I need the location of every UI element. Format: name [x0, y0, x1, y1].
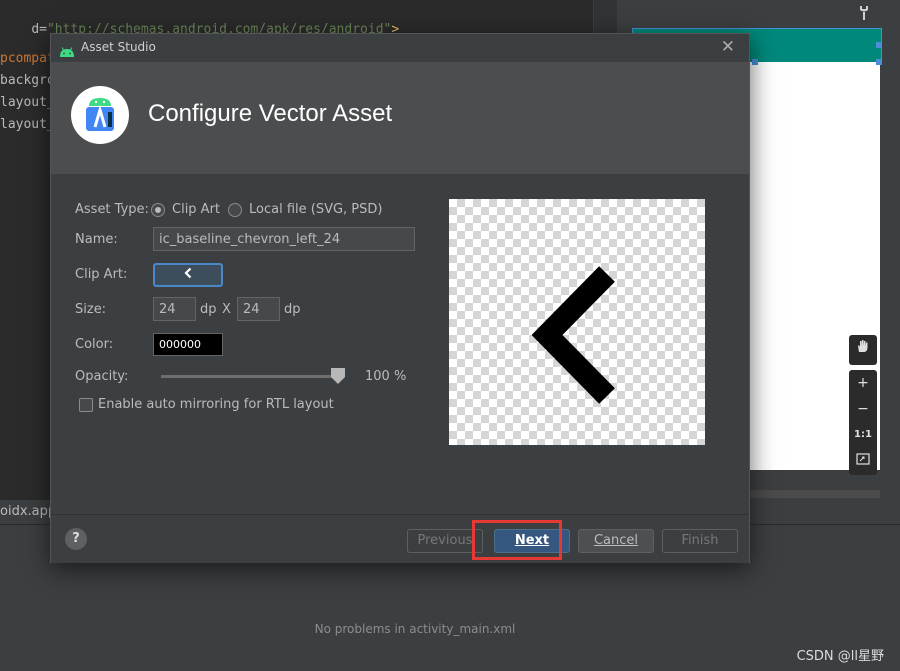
cancel-button[interactable]: Cancel [578, 529, 654, 553]
opacity-value: 100 % [365, 369, 407, 384]
finish-button[interactable]: Finish [662, 529, 738, 553]
local-file-radio[interactable] [228, 203, 242, 217]
code-line-2: pcompat [0, 51, 55, 66]
local-file-radio-label[interactable]: Local file (SVG, PSD) [249, 202, 383, 217]
cancel-button-label: Cancel [593, 533, 639, 548]
code-line-4: layout_ [0, 95, 55, 110]
chevron-left-icon [531, 266, 615, 404]
opacity-label: Opacity: [75, 369, 129, 384]
fit-screen-icon[interactable] [849, 448, 877, 474]
rtl-mirroring-label[interactable]: Enable auto mirroring for RTL layout [98, 397, 334, 412]
help-button[interactable]: ? [65, 528, 87, 550]
android-studio-logo [71, 86, 129, 144]
asset-preview [449, 199, 705, 445]
problems-status: No problems in activity_main.xml [314, 622, 516, 636]
height-input[interactable] [237, 297, 280, 321]
width-input[interactable] [153, 297, 196, 321]
wizard-title: Configure Vector Asset [148, 100, 393, 127]
code-attr: d= [31, 22, 47, 37]
opacity-slider-track[interactable] [161, 375, 337, 378]
clip-art-button[interactable] [153, 263, 223, 287]
color-label: Color: [75, 337, 114, 352]
pan-toolbar [849, 335, 877, 365]
zoom-out-icon[interactable]: − [849, 396, 877, 422]
wrench-icon[interactable] [858, 5, 870, 25]
dialog-footer: ? Previous Next Cancel Finish [51, 514, 749, 563]
clip-art-label: Clip Art: [75, 267, 128, 282]
android-icon [59, 42, 75, 57]
clip-art-radio-label[interactable]: Clip Art [172, 202, 220, 217]
close-icon[interactable]: ✕ [721, 37, 735, 57]
wizard-content: Asset Type: Clip Art Local file (SVG, PS… [51, 174, 749, 514]
zoom-in-icon[interactable]: + [849, 370, 877, 396]
rtl-mirroring-checkbox[interactable] [79, 398, 93, 412]
asset-type-label: Asset Type: [75, 202, 149, 217]
height-unit: dp [284, 302, 301, 317]
chevron-left-icon [183, 267, 193, 283]
clip-art-radio[interactable] [151, 203, 165, 217]
size-separator: X [222, 302, 231, 317]
zoom-toolbar: + − 1:1 [849, 370, 877, 475]
size-label: Size: [75, 302, 107, 317]
wizard-header: Configure Vector Asset [51, 62, 749, 174]
code-line-3: backgro [0, 73, 55, 88]
name-input[interactable] [153, 227, 415, 251]
annotation-highlight-box [472, 520, 562, 560]
code-line-5: layout_ [0, 117, 55, 132]
selection-handle[interactable] [876, 42, 882, 48]
problems-panel [0, 548, 900, 671]
color-swatch[interactable]: 000000 [153, 333, 223, 356]
dialog-title: Asset Studio [81, 40, 156, 54]
width-unit: dp [200, 302, 217, 317]
actual-size-icon[interactable]: 1:1 [849, 422, 877, 448]
selection-handle[interactable] [752, 59, 758, 65]
name-label: Name: [75, 232, 118, 247]
asset-studio-dialog: Asset Studio ✕ Configure Vector Asset As… [50, 33, 750, 563]
selection-handle[interactable] [876, 59, 882, 65]
watermark: CSDN @ll星野 [796, 649, 884, 664]
dialog-titlebar[interactable]: Asset Studio ✕ [51, 34, 749, 63]
pan-tool-icon[interactable] [849, 335, 877, 363]
